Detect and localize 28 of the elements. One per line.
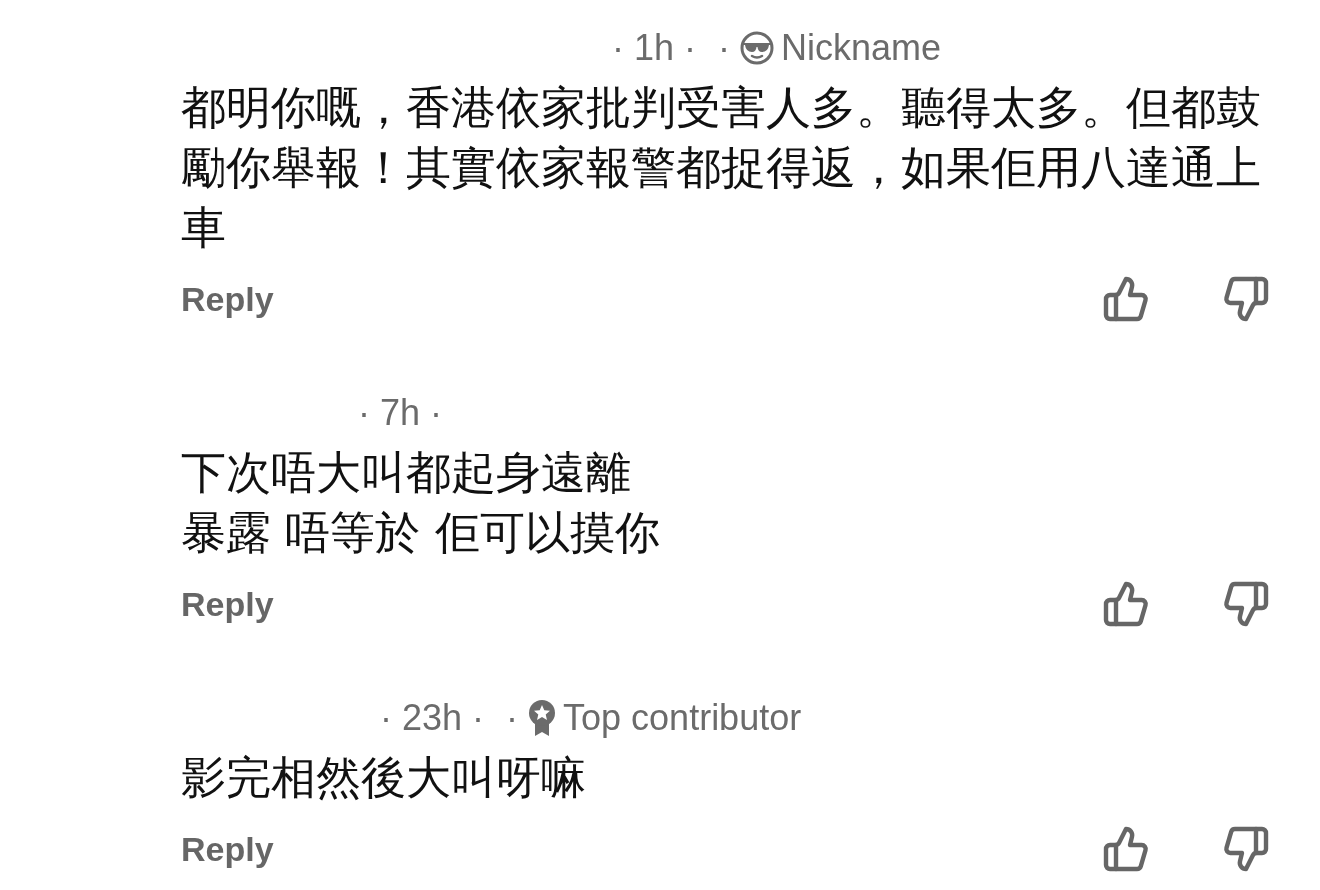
- meta-separator: ·: [506, 697, 519, 739]
- thumbs-up-icon: [1102, 275, 1150, 323]
- comment-text: 下次唔大叫都起身遠離: [181, 445, 631, 501]
- thumbs-down-icon: [1222, 825, 1270, 873]
- comment-time: · 1h ·: [612, 27, 697, 69]
- meta-separator: ·: [718, 27, 731, 69]
- sunglasses-face-icon: [740, 31, 775, 65]
- award-star-icon: [528, 699, 557, 737]
- like-button[interactable]: [1102, 825, 1150, 873]
- thumbs-up-icon: [1102, 825, 1150, 873]
- badge-label: Top contributor: [563, 697, 802, 739]
- reply-button[interactable]: Reply: [181, 279, 274, 319]
- dislike-button[interactable]: [1222, 825, 1270, 873]
- dislike-button[interactable]: [1222, 580, 1270, 628]
- comment-text: 暴露 唔等於 佢可以摸你: [181, 505, 660, 561]
- comment-time: · 23h ·: [380, 697, 485, 739]
- thumbs-up-icon: [1102, 580, 1150, 628]
- like-button[interactable]: [1102, 275, 1150, 323]
- reply-button[interactable]: Reply: [181, 829, 274, 869]
- like-button[interactable]: [1102, 580, 1150, 628]
- reply-button[interactable]: Reply: [181, 584, 274, 624]
- dislike-button[interactable]: [1222, 275, 1270, 323]
- comment-text: 影完相然後大叫呀嘛: [181, 750, 586, 806]
- badge-label: Nickname: [781, 27, 942, 69]
- thumbs-down-icon: [1222, 275, 1270, 323]
- comment-time: · 7h ·: [358, 392, 443, 434]
- thumbs-down-icon: [1222, 580, 1270, 628]
- comment-text: 都明你嘅，香港依家批判受害人多。聽得太多。但都鼓勵你舉報！其實依家報警都捉得返，如果佢用八達通上車: [181, 80, 1262, 256]
